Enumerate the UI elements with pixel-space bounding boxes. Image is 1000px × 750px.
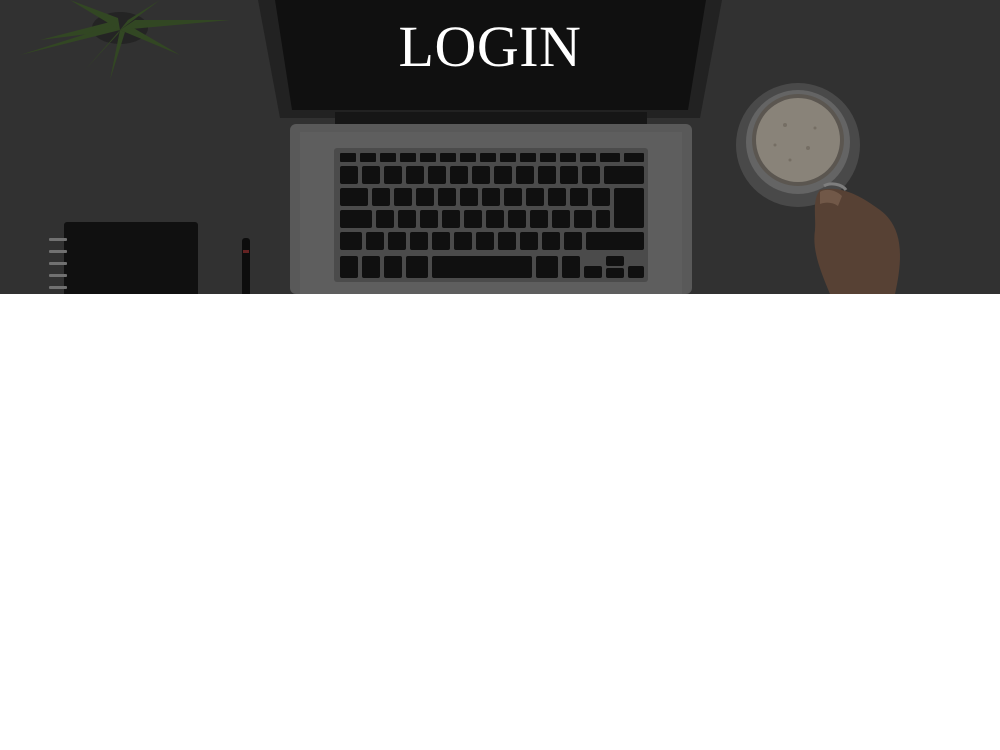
- hero-banner: LOGIN: [0, 0, 1000, 294]
- page-content: [0, 294, 1000, 750]
- page-title: LOGIN: [398, 14, 582, 79]
